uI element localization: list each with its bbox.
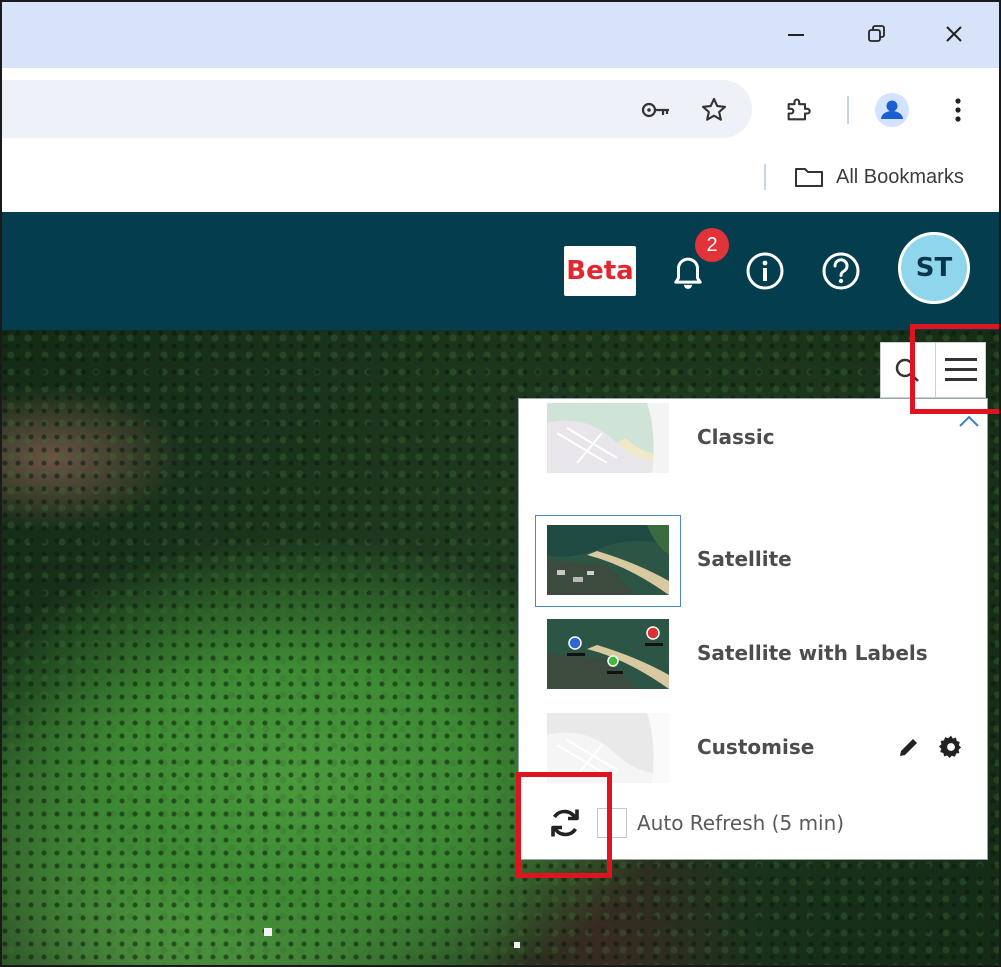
hamburger-menu-icon	[945, 358, 977, 381]
layer-option-classic[interactable]: Classic	[535, 403, 975, 493]
screenshot-frame: All Bookmarks Beta 2 ST Classic Satellit…	[0, 0, 1001, 967]
pencil-icon	[900, 739, 917, 756]
refresh-button[interactable]	[543, 803, 587, 843]
layer-option-satellite-with-labels[interactable]: Satellite with Labels	[535, 619, 975, 709]
layer-option-satellite[interactable]: Satellite	[535, 515, 975, 615]
map-feature-marker	[264, 928, 272, 936]
kebab-menu-icon	[955, 98, 961, 122]
profile-button[interactable]	[872, 90, 912, 130]
refresh-icon	[551, 809, 579, 837]
toolbar-separator	[847, 96, 849, 124]
layer-label-classic: Classic	[697, 425, 775, 449]
close-icon	[946, 26, 962, 42]
basemap-layer-panel: Classic Satellite Satellite with Labels …	[518, 398, 988, 860]
bookmark-star-icon[interactable]	[694, 90, 734, 130]
edit-pencil-button[interactable]	[895, 733, 923, 761]
minimize-icon	[788, 34, 804, 36]
avatar-initials: ST	[915, 253, 953, 283]
info-icon	[746, 252, 784, 290]
map-layers-menu-button[interactable]	[935, 343, 986, 397]
folder-icon	[795, 168, 823, 187]
auto-refresh-checkbox[interactable]	[597, 808, 627, 838]
notification-count-badge: 2	[695, 228, 729, 262]
extensions-puzzle-icon[interactable]	[778, 90, 818, 130]
close-window-button[interactable]	[932, 14, 976, 54]
bookmarks-separator	[764, 164, 766, 190]
restore-button[interactable]	[854, 14, 898, 54]
customise-thumbnail	[547, 713, 669, 783]
all-bookmarks-button[interactable]: All Bookmarks	[794, 160, 964, 194]
address-bar-row	[2, 68, 999, 154]
restore-icon	[868, 25, 885, 42]
customise-tools	[895, 733, 965, 761]
profile-icon	[875, 93, 909, 127]
auto-refresh-row: Auto Refresh (5 min)	[543, 803, 844, 843]
bookmarks-bar: All Bookmarks	[2, 154, 999, 213]
classic-thumbnail	[547, 403, 669, 473]
layer-label-satellite-with-labels: Satellite with Labels	[697, 641, 928, 665]
password-key-icon[interactable]	[638, 92, 674, 128]
auto-refresh-label: Auto Refresh (5 min)	[637, 811, 845, 835]
app-header: Beta 2 ST	[2, 212, 999, 330]
info-button[interactable]	[742, 248, 788, 294]
help-question-icon	[822, 252, 860, 290]
search-icon	[895, 358, 919, 382]
map-search-button[interactable]	[881, 343, 933, 397]
settings-gear-button[interactable]	[937, 733, 965, 761]
satellite-thumbnail	[547, 525, 669, 595]
help-button[interactable]	[818, 248, 864, 294]
map-feature-marker	[514, 942, 520, 948]
layer-label-customise: Customise	[697, 735, 815, 759]
layer-option-customise[interactable]: Customise	[535, 713, 975, 803]
layer-label-satellite: Satellite	[697, 547, 792, 571]
gear-icon	[938, 735, 962, 759]
browser-menu-button[interactable]	[940, 90, 976, 130]
minimize-button[interactable]	[774, 14, 818, 54]
user-avatar[interactable]: ST	[898, 232, 970, 304]
beta-label: Beta	[566, 256, 634, 286]
satellite-labels-thumbnail	[547, 619, 669, 689]
map-controls	[880, 342, 986, 398]
browser-titlebar	[2, 2, 999, 68]
beta-badge: Beta	[564, 246, 636, 296]
bell-icon	[674, 257, 702, 289]
all-bookmarks-label: All Bookmarks	[836, 165, 964, 188]
